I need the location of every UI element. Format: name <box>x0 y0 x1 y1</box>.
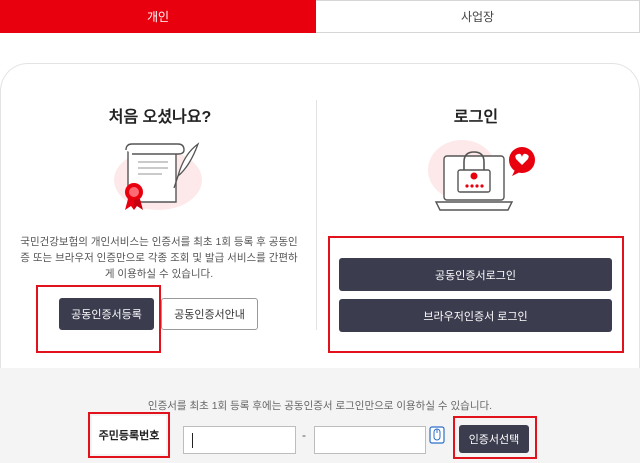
register-cert-button[interactable]: 공동인증서등록 <box>59 298 154 330</box>
rrn-label: 주민등록번호 <box>92 416 166 454</box>
rrn-notice: 인증서를 최초 1회 등록 후에는 공동인증서 로그인만으로 이용하실 수 있습… <box>147 400 493 412</box>
left-description: 국민건강보험의 개인서비스는 인증서를 최초 1회 등록 후 공동인증 또는 브… <box>20 236 298 280</box>
left-section-title: 처음 오셨나요? <box>108 109 212 126</box>
certificate-scroll-icon <box>114 142 202 210</box>
rrn-separator: - <box>302 428 306 442</box>
page-root: 개인 사업장 처음 오셨나요? 국민건강보험의 개인서비스는 인증서를 최초 1… <box>0 0 640 463</box>
select-cert-button[interactable]: 인증서선택 <box>459 425 529 453</box>
text-caret <box>192 433 193 448</box>
virtual-keyboard-mouse-icon[interactable] <box>429 426 445 444</box>
joint-cert-login-button[interactable]: 공동인증서로그인 <box>339 258 612 291</box>
section-divider <box>316 100 317 330</box>
rrn-second-input[interactable] <box>314 426 426 454</box>
cert-guide-button[interactable]: 공동인증서안내 <box>161 298 258 330</box>
tab-personal[interactable]: 개인 <box>0 0 316 33</box>
tab-business[interactable]: 사업장 <box>316 0 640 33</box>
tab-bar: 개인 사업장 <box>0 0 640 33</box>
laptop-lock-icon <box>428 140 535 211</box>
right-section-title: 로그인 <box>453 109 499 126</box>
highlight-login <box>328 236 624 353</box>
browser-cert-login-button[interactable]: 브라우저인증서 로그인 <box>339 299 612 332</box>
rrn-first-input[interactable] <box>183 426 296 454</box>
